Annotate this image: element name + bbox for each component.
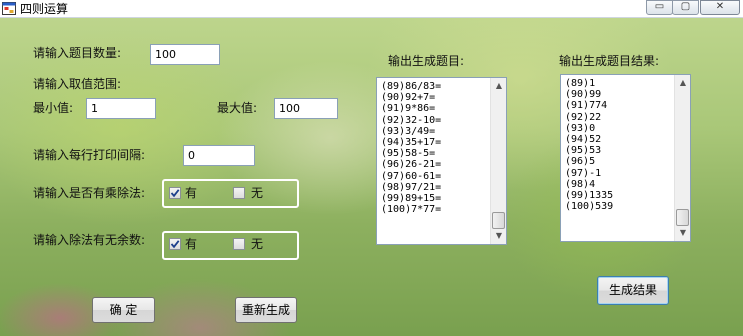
list-item[interactable]: (91)9*86= <box>381 103 441 114</box>
remainder-no-checkbox[interactable] <box>233 238 245 250</box>
scroll-down-icon[interactable]: ▼ <box>675 225 690 241</box>
maximize-button[interactable]: ▢ <box>672 0 699 15</box>
list-item[interactable]: (98)4 <box>565 179 613 190</box>
questions-scrollbar[interactable]: ▲ ▼ <box>490 78 506 244</box>
minimize-button[interactable]: ▭ <box>646 0 673 15</box>
list-item[interactable]: (99)1335 <box>565 190 613 201</box>
list-item[interactable]: (96)5 <box>565 156 613 167</box>
list-item[interactable]: (89)1 <box>565 78 613 89</box>
remainder-no-label: 无 <box>251 237 264 251</box>
remainder-option-group <box>162 231 299 260</box>
questions-list: (89)86/83= (90)92+7= (91)9*86= (92)32-10= (9… <box>381 81 441 215</box>
scroll-up-icon[interactable]: ▲ <box>491 78 506 94</box>
list-item[interactable]: (100)539 <box>565 201 613 212</box>
results-scrollbar[interactable]: ▲ ▼ <box>674 75 690 241</box>
list-item[interactable]: (95)53 <box>565 145 613 156</box>
question-count-label: 请输入题目数量: <box>33 46 122 60</box>
list-item[interactable]: (97)60-61= <box>381 171 441 182</box>
min-value-label: 最小值: <box>33 101 74 115</box>
minimize-icon: ▭ <box>654 1 665 12</box>
question-count-input[interactable] <box>150 44 220 65</box>
scroll-down-icon[interactable]: ▼ <box>491 228 506 244</box>
max-value-label: 最大值: <box>217 101 258 115</box>
muldiv-label: 请输入是否有乘除法: <box>33 186 146 200</box>
scroll-up-icon[interactable]: ▲ <box>675 75 690 91</box>
remainder-yes-checkbox[interactable] <box>169 238 181 250</box>
list-item[interactable]: (90)99 <box>565 89 613 100</box>
questions-output-label: 输出生成题目: <box>388 54 465 68</box>
close-icon: ✕ <box>715 1 725 12</box>
muldiv-no-checkbox[interactable] <box>233 187 245 199</box>
max-value-input[interactable] <box>274 98 338 119</box>
print-interval-input[interactable] <box>183 145 255 166</box>
list-item[interactable]: (97)-1 <box>565 168 613 179</box>
list-item[interactable]: (98)97/21= <box>381 182 441 193</box>
check-icon <box>170 189 180 198</box>
list-item[interactable]: (92)22 <box>565 112 613 123</box>
confirm-button[interactable]: 确 定 <box>92 297 155 323</box>
list-item[interactable]: (94)52 <box>565 134 613 145</box>
muldiv-option-group <box>162 179 299 208</box>
list-item[interactable]: (89)86/83= <box>381 81 441 92</box>
generate-results-button[interactable]: 生成结果 <box>597 276 669 305</box>
results-listbox[interactable]: (89)1 (90)99 (91)774 (92)22 (93)0 (94)52 (95)5… <box>560 74 691 242</box>
regenerate-button[interactable]: 重新生成 <box>235 297 297 323</box>
maximize-icon: ▢ <box>680 1 691 12</box>
muldiv-no-label: 无 <box>251 186 264 200</box>
muldiv-yes-label: 有 <box>185 186 198 200</box>
list-item[interactable]: (94)35+17= <box>381 137 441 148</box>
app-icon <box>2 2 16 15</box>
list-item[interactable]: (90)92+7= <box>381 92 441 103</box>
list-item[interactable]: (99)89+15= <box>381 193 441 204</box>
remainder-label: 请输入除法有无余数: <box>33 233 146 247</box>
list-item[interactable]: (93)3/49= <box>381 126 441 137</box>
min-value-input[interactable] <box>86 98 156 119</box>
form-area: 请输入题目数量: 请输入取值范围: 最小值: 最大值: 请输入每行打印间隔: 请… <box>0 18 743 336</box>
list-item[interactable]: (96)26-21= <box>381 159 441 170</box>
list-item[interactable]: (91)774 <box>565 100 613 111</box>
scroll-thumb[interactable] <box>676 209 689 226</box>
muldiv-yes-checkbox[interactable] <box>169 187 181 199</box>
value-range-label: 请输入取值范围: <box>33 77 122 91</box>
list-item[interactable]: (100)7*77= <box>381 204 441 215</box>
list-item[interactable]: (93)0 <box>565 123 613 134</box>
list-item[interactable]: (92)32-10= <box>381 115 441 126</box>
scroll-thumb[interactable] <box>492 212 505 229</box>
check-icon <box>170 240 180 249</box>
questions-listbox[interactable]: (89)86/83= (90)92+7= (91)9*86= (92)32-10= (9… <box>376 77 507 245</box>
results-output-label: 输出生成题目结果: <box>559 54 660 68</box>
print-interval-label: 请输入每行打印间隔: <box>33 148 146 162</box>
list-item[interactable]: (95)58-5= <box>381 148 441 159</box>
app-window: 四则运算 ▭ ▢ ✕ 请输入题目数量: 请输入取值范围: 最小值: 最大值: 请… <box>0 0 743 336</box>
remainder-yes-label: 有 <box>185 237 198 251</box>
close-button[interactable]: ✕ <box>700 0 740 15</box>
title-bar: 四则运算 ▭ ▢ ✕ <box>0 0 743 18</box>
results-list: (89)1 (90)99 (91)774 (92)22 (93)0 (94)52 (95)5… <box>565 78 613 212</box>
window-title: 四则运算 <box>20 2 69 16</box>
